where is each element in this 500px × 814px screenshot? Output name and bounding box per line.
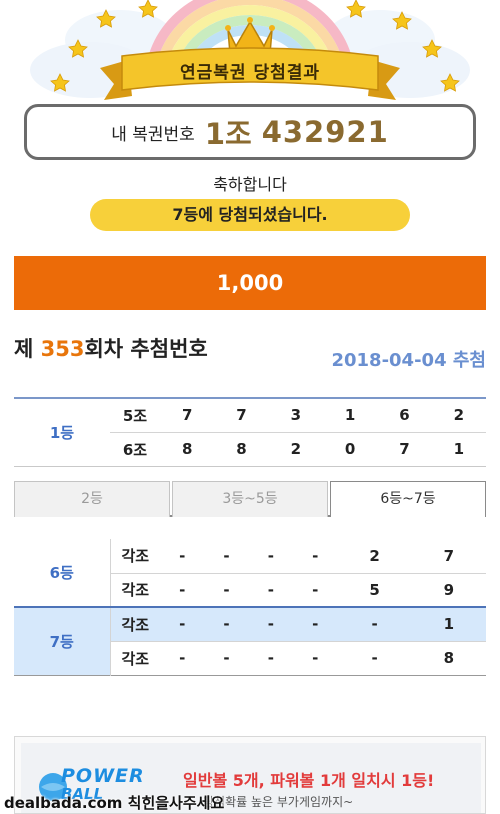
digit-cell: 2: [369, 546, 380, 565]
tab-3rd-5th[interactable]: 3등~5등: [172, 481, 328, 517]
digit-cell: 2: [453, 406, 465, 425]
digit-cell: 1: [411, 606, 486, 641]
digit-cell: 9: [411, 572, 486, 607]
digit-cell: -: [293, 606, 338, 641]
digit-cell: 2: [268, 431, 323, 466]
watermark-text: dealbada.com 칙힌을사주세요: [4, 794, 225, 812]
digit-cell: 7: [181, 406, 193, 425]
my-ticket-box: 내 복권번호 1조 432921: [24, 104, 476, 160]
digit-cell: -: [248, 640, 294, 675]
digit-cell: 8: [411, 640, 486, 675]
digit-cell: 8: [214, 431, 269, 466]
group-cell: 5조: [122, 406, 148, 425]
table-row: 1등 5조 7 7 3 1 6 2: [14, 398, 486, 442]
round-prefix: 제: [14, 337, 41, 361]
digit-cell: 7: [236, 406, 247, 425]
digit-cell: -: [312, 546, 319, 565]
rank-label: 6등: [14, 539, 111, 607]
rank-label: 1등: [49, 423, 75, 442]
round-number: 353: [40, 337, 85, 361]
digit-cell: 7: [443, 546, 455, 565]
digit-cell: 0: [322, 431, 378, 466]
ticket-group: 1조: [204, 117, 252, 151]
congrats-text: 축하합니다: [213, 175, 287, 194]
digit-cell: 1: [344, 406, 356, 425]
lottery-result-page: 연금복권 당첨결과 내 복권번호 1조 432921 축하합니다 7등에 당첨되…: [0, 0, 500, 814]
ticket-number: 432921: [261, 115, 389, 149]
digit-cell: -: [293, 572, 338, 607]
digit-cell: -: [293, 640, 338, 675]
table-row: 6등 각조 - - - - 2 7: [14, 539, 486, 607]
group-cell: 6조: [110, 431, 160, 466]
group-cell: 각조: [121, 547, 150, 566]
digit-cell: 6: [399, 406, 410, 425]
table-row-highlighted: 7등 각조 - - - - - 1: [14, 606, 486, 675]
ticket-label: 내 복권번호: [111, 124, 195, 145]
digit-cell: -: [160, 640, 205, 675]
digit-cell: -: [223, 546, 230, 565]
header-banner: 연금복권 당첨결과: [0, 0, 500, 100]
round-title: 제 353회차 추첨번호: [14, 333, 208, 363]
round-suffix: 회차 추첨번호: [84, 337, 208, 361]
group-cell: 각조: [110, 572, 160, 607]
rainbow-crown-illustration: [30, 0, 470, 100]
digit-cell: -: [337, 606, 412, 641]
group-cell: 각조: [110, 640, 160, 675]
digit-cell: -: [179, 546, 186, 565]
digit-cell: -: [160, 606, 205, 641]
first-prize-table: 1등 5조 7 7 3 1 6 2 6조 8 8 2 0 7 1: [14, 397, 486, 467]
group-cell: 각조: [110, 606, 160, 641]
digit-cell: 8: [160, 431, 215, 466]
rank-label: 7등: [14, 606, 111, 675]
digit-cell: 1: [431, 431, 486, 466]
digit-cell: -: [204, 606, 249, 641]
digit-cell: 3: [290, 406, 302, 425]
digit-cell: -: [204, 572, 249, 607]
prize-tabs: 2등 3등~5등 6등~7등: [14, 481, 486, 517]
digit-cell: -: [204, 640, 249, 675]
digit-cell: -: [267, 546, 275, 565]
ad-logo-power: POWER: [61, 765, 145, 787]
ad-headline: 일반볼 5개, 파워볼 1개 일치시 1등!: [183, 771, 435, 790]
digit-cell: -: [248, 572, 294, 607]
ad-subline: 당첨확률 높은 부가게임까지~: [203, 795, 354, 809]
digit-cell: -: [337, 640, 412, 675]
tab-6th-7th[interactable]: 6등~7등: [330, 481, 486, 517]
digit-cell: -: [248, 606, 294, 641]
digit-cell: 5: [337, 572, 412, 607]
draw-date: 2018-04-04 추첨: [331, 350, 486, 371]
lower-prize-table: 6등 각조 - - - - 2 7 각조 - - - - 5 9 7등 각조 -…: [14, 539, 486, 676]
prize-amount-bar: 1,000: [14, 256, 486, 310]
winning-rank-badge: 7등에 당첨되셨습니다.: [90, 199, 410, 231]
digit-cell: -: [160, 572, 205, 607]
ribbon-title: 연금복권 당첨결과: [179, 63, 321, 83]
tab-2nd[interactable]: 2등: [14, 481, 170, 517]
digit-cell: 7: [377, 431, 432, 466]
